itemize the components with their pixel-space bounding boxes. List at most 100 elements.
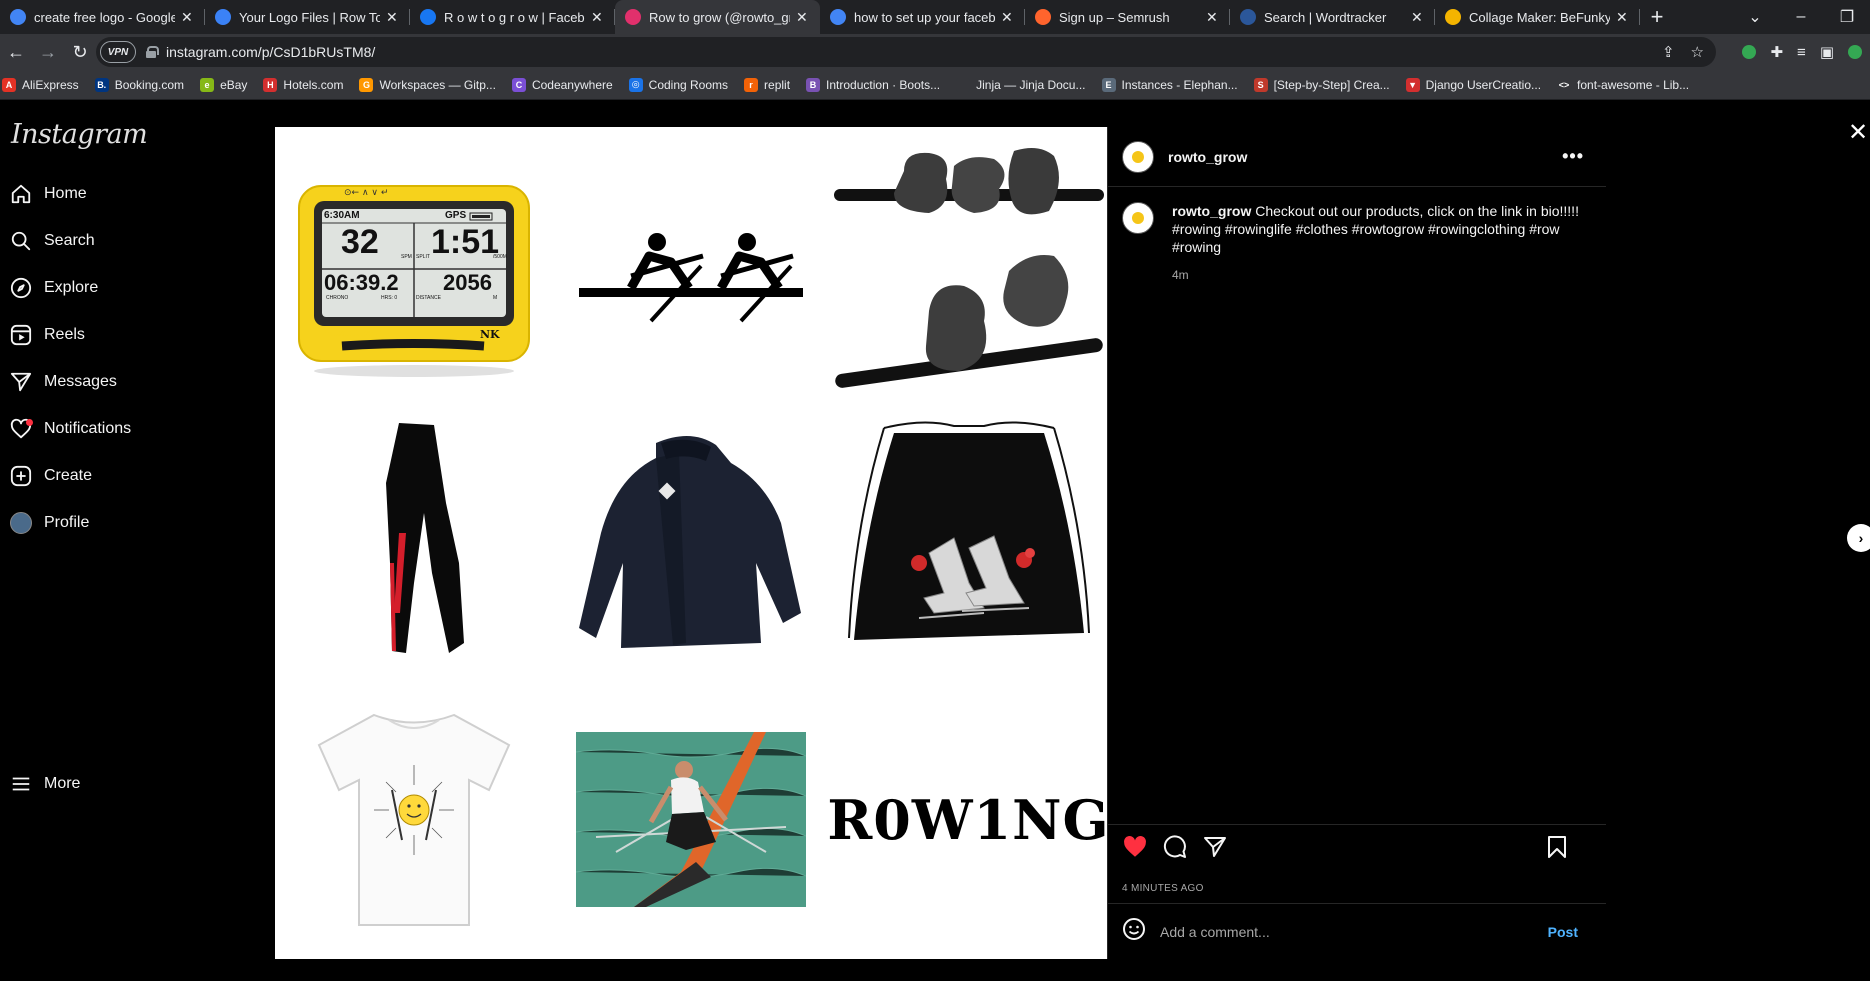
tab-close-icon[interactable]: ✕ [181, 9, 195, 26]
browser-tab[interactable]: Row to grow (@rowto_gro ✕ [615, 0, 820, 34]
speedcoach-hrs-label: HRS: 0 [381, 295, 398, 301]
browser-tab[interactable]: Search | Wordtracker ✕ [1230, 0, 1435, 34]
bookmark-item[interactable]: r replit [744, 77, 790, 92]
back-icon[interactable]: ← [0, 36, 32, 68]
bookmark-item[interactable]: B. Booking.com [94, 77, 185, 92]
post-header: rowto_grow ••• [1108, 127, 1606, 187]
post-image-collage[interactable]: ⊙← ∧ ∨ ↵ 6:30AM GPS 32 SPM 1:51 SPLIT /5… [275, 127, 1107, 959]
share-icon[interactable] [1202, 834, 1228, 860]
tab-close-icon[interactable]: ✕ [1001, 9, 1015, 26]
lock-icon[interactable] [146, 46, 159, 58]
post-timestamp[interactable]: 4 MINUTES AGO [1122, 883, 1204, 894]
close-icon[interactable]: ✕ [1848, 118, 1868, 147]
tab-close-icon[interactable]: ✕ [796, 9, 810, 26]
bookmark-label: font-awesome - Lib... [1577, 77, 1690, 92]
bookmark-item[interactable]: H Hotels.com [263, 77, 343, 92]
restore-icon[interactable]: ❐ [1824, 7, 1870, 27]
avatar[interactable] [1122, 140, 1154, 173]
browser-tab[interactable]: Collage Maker: BeFunky ✕ [1435, 0, 1640, 34]
bookmark-label: Workspaces — Gitp... [379, 77, 496, 92]
tab-close-icon[interactable]: ✕ [1616, 9, 1630, 26]
bookmark-label: eBay [220, 77, 248, 92]
side-panel-icon[interactable]: ▣ [1820, 43, 1834, 61]
bookmark-item[interactable]: ◎ Coding Rooms [628, 77, 728, 92]
tab-close-icon[interactable]: ✕ [386, 9, 400, 26]
nav-label: Messages [44, 373, 117, 390]
new-tab-button[interactable]: + [1640, 0, 1674, 34]
nav-search[interactable]: Search [10, 221, 95, 261]
rowing-photo [552, 681, 829, 958]
instagram-logo[interactable]: Instagram [11, 119, 148, 150]
emoji-icon[interactable] [1122, 917, 1146, 946]
nav-profile[interactable]: Profile [10, 503, 89, 543]
notification-dot [26, 419, 33, 426]
nav-notifications[interactable]: Notifications [10, 409, 131, 449]
browser-tab[interactable]: Your Logo Files | Row To Gr ✕ [205, 0, 410, 34]
more-options-icon[interactable]: ••• [1562, 146, 1584, 167]
like-heart-icon[interactable] [1122, 834, 1148, 860]
caption-age[interactable]: 4m [1172, 266, 1582, 284]
bookmark-item[interactable]: e eBay [200, 77, 248, 92]
google-icon [830, 9, 846, 25]
caption-username[interactable]: rowto_grow [1172, 203, 1251, 219]
reload-icon[interactable]: ↻ [64, 36, 96, 68]
address-bar[interactable]: VPN instagram.com/p/CsD1bRUsTM8/ ⇪ ☆ [96, 37, 1716, 67]
media-control-icon[interactable]: ≡ [1797, 44, 1806, 61]
post-comment-button[interactable]: Post [1548, 924, 1578, 940]
browser-toolbar: ← → ↻ VPN instagram.com/p/CsD1bRUsTM8/ ⇪… [0, 34, 1870, 70]
bookmark-item[interactable]: G Workspaces — Gitp... [359, 77, 496, 92]
browser-tab[interactable]: Sign up – Semrush ✕ [1025, 0, 1230, 34]
minimize-icon[interactable]: – [1778, 8, 1824, 26]
bookmark-item[interactable]: ▼ Django UserCreatio... [1405, 77, 1542, 92]
bookmark-label: Booking.com [114, 77, 185, 92]
browser-tab[interactable]: how to set up your facebo ✕ [820, 0, 1025, 34]
bookmark-favicon-icon [956, 77, 971, 92]
bookmark-item[interactable]: C Codeanywhere [511, 77, 613, 92]
tab-close-icon[interactable]: ✕ [1411, 9, 1425, 26]
profile-check-icon[interactable] [1848, 45, 1862, 59]
browser-tab[interactable]: R o w t o g r o w | Faceboo ✕ [410, 0, 615, 34]
nav-label: Profile [44, 514, 90, 531]
vpn-badge[interactable]: VPN [100, 41, 136, 63]
nav-reels[interactable]: Reels [10, 315, 85, 355]
nav-explore[interactable]: Explore [10, 268, 98, 308]
share-icon[interactable]: ⇪ [1662, 43, 1675, 61]
bookmark-item[interactable]: <> font-awesome - Lib... [1557, 77, 1690, 92]
bookmark-star-icon[interactable]: ☆ [1691, 43, 1704, 61]
bookmark-item[interactable]: Jinja — Jinja Docu... [956, 77, 1086, 92]
next-post-chevron-icon[interactable]: › [1847, 524, 1870, 552]
tshirt-product [275, 681, 552, 958]
browser-tab[interactable]: create free logo - Google S ✕ [0, 0, 205, 34]
nav-create[interactable]: Create [10, 456, 92, 496]
bookmark-label: Django UserCreatio... [1425, 77, 1542, 92]
comment-icon[interactable] [1162, 834, 1188, 860]
bookmark-item[interactable]: B Introduction · Boots... [806, 77, 940, 92]
rowing-wordmark: R0W1NG [827, 681, 1107, 958]
semrush-icon [1035, 9, 1051, 25]
nav-messages[interactable]: Messages [10, 362, 117, 402]
save-bookmark-icon[interactable] [1544, 834, 1570, 860]
tab-close-icon[interactable]: ✕ [1206, 9, 1220, 26]
tab-close-icon[interactable]: ✕ [591, 9, 605, 26]
nav-home[interactable]: Home [10, 174, 87, 214]
comment-input[interactable]: Add a comment... [1160, 924, 1548, 940]
bookmark-item[interactable]: A AliExpress [2, 77, 79, 92]
extensions-puzzle-icon[interactable]: ✚ [1770, 43, 1783, 61]
bookmark-label: Codeanywhere [531, 77, 613, 92]
extension-shield-icon[interactable] [1742, 45, 1757, 59]
url-text[interactable]: instagram.com/p/CsD1bRUsTM8/ [166, 44, 375, 60]
bookmark-favicon-icon: A [2, 77, 16, 92]
forward-icon[interactable]: → [32, 36, 64, 68]
word-icon [1240, 9, 1256, 25]
bookmark-item[interactable]: E Instances - Elephan... [1101, 77, 1238, 92]
nav-more[interactable]: More [10, 764, 80, 804]
nav-label: More [44, 775, 81, 792]
bookmark-label: Jinja — Jinja Docu... [976, 77, 1086, 92]
bookmark-label: Instances - Elephan... [1121, 77, 1238, 92]
bookmark-item[interactable]: S [Step-by-Step] Crea... [1253, 77, 1390, 92]
avatar[interactable] [1122, 202, 1154, 234]
search-icon [10, 230, 32, 252]
post-author-username[interactable]: rowto_grow [1168, 149, 1247, 165]
speedcoach-chrono-label: CHRONO [326, 295, 349, 301]
tab-search-icon[interactable]: ⌄ [1732, 7, 1778, 27]
